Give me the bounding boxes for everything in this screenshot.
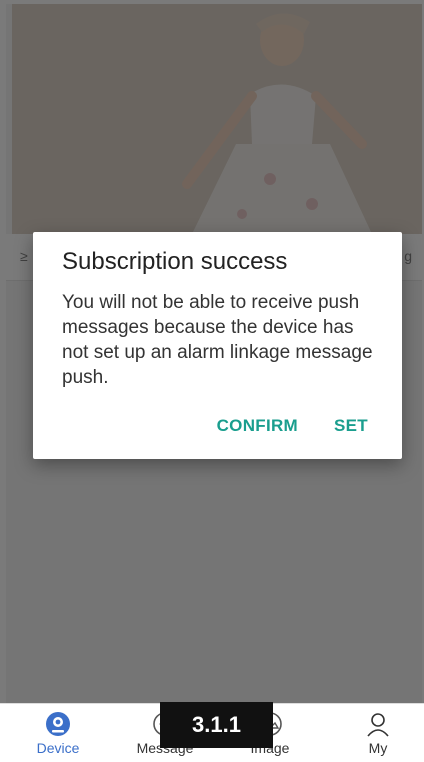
person-icon [338,710,418,738]
set-button[interactable]: SET [334,416,368,436]
dialog-actions: CONFIRM SET [217,416,368,436]
tab-device-label: Device [36,740,80,756]
confirm-button[interactable]: CONFIRM [217,416,298,436]
subscription-dialog: Subscription success You will not be abl… [33,232,402,459]
dialog-message: You will not be able to receive push mes… [62,292,373,388]
step-watermark: 3.1.1 [160,702,273,748]
tab-my-label: My [368,740,388,756]
dialog-title: Subscription success [62,248,288,275]
tab-my[interactable]: My [338,710,418,756]
tab-device[interactable]: Device [18,710,98,756]
device-icon [18,710,98,738]
